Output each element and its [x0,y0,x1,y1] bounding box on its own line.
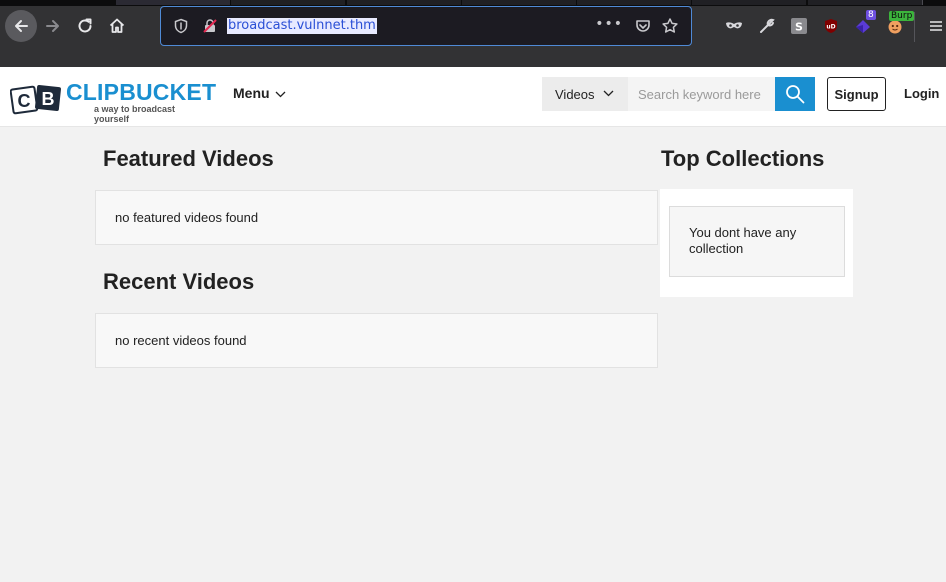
search-type-select[interactable]: Videos [542,77,628,111]
chevron-down-icon [275,91,286,97]
burp-badge: Burp [889,11,915,21]
home-icon [109,18,125,33]
svg-text:S: S [795,21,803,34]
featured-videos-box: no featured videos found [95,190,658,245]
url-text[interactable]: broadcast.vulnnet.thm [227,18,377,34]
menu-dropdown[interactable]: Menu [233,85,286,101]
arrow-left-icon [15,20,28,32]
chevron-down-icon [603,90,614,97]
back-button[interactable] [5,10,37,42]
recent-empty-message: no recent videos found [115,333,247,348]
tab[interactable] [347,0,461,5]
url-bar[interactable]: broadcast.vulnnet.thm ••• [160,6,692,46]
home-button[interactable] [103,12,131,40]
s-extension-icon[interactable]: S [790,17,808,35]
tab[interactable] [231,0,345,5]
featured-empty-message: no featured videos found [115,210,259,225]
brand-tagline: a way to broadcast yourself [94,104,176,124]
extension-badge: 8 [866,10,876,20]
reload-icon [78,18,92,33]
tab[interactable] [462,0,576,5]
insecure-lock-icon[interactable] [202,18,218,34]
svg-text:uD: uD [826,24,835,31]
logo-letter-c: C [18,91,31,111]
collections-card: You dont have any collection [660,189,853,297]
reload-button[interactable] [71,12,99,40]
collections-empty-message: You dont have any collection [689,225,797,256]
tab[interactable] [808,0,922,5]
toolbar-divider [914,12,915,42]
browser-toolbar: broadcast.vulnnet.thm ••• S uD 8 Burp [0,6,946,67]
burp-extension-icon[interactable]: Burp [886,11,915,35]
recent-videos-title: Recent Videos [103,269,255,294]
mask-extension-icon[interactable] [725,17,743,35]
tab-separator [922,0,923,5]
search-input[interactable] [628,77,775,111]
hamburger-menu-icon[interactable] [928,17,944,35]
shield-icon[interactable] [173,18,189,34]
signup-button[interactable]: Signup [827,77,886,111]
search-type-label: Videos [555,86,595,102]
featured-videos-title: Featured Videos [103,146,274,171]
ublock-icon[interactable]: uD [822,17,840,35]
cb-logo-icon: C B [10,85,61,115]
tab-active[interactable] [116,0,230,5]
site-header: C B CLIPBUCKET a way to broadcast yourse… [0,67,946,127]
wrench-extension-icon[interactable] [758,17,776,35]
pocket-icon[interactable] [635,18,651,34]
page-actions-icon[interactable]: ••• [595,16,623,32]
logo-letter-b: B [42,89,55,109]
purple-extension-icon[interactable]: 8 [854,10,876,35]
recent-videos-box: no recent videos found [95,313,658,368]
forward-button[interactable] [39,12,67,40]
tab[interactable] [692,0,806,5]
clipbucket-logo[interactable]: C B CLIPBUCKET a way to broadcast yourse… [10,79,216,124]
search-icon [786,85,805,104]
top-collections-title: Top Collections [661,146,825,171]
collections-empty-box: You dont have any collection [669,206,845,277]
brand-name: CLIPBUCKET [66,79,217,105]
menu-label: Menu [233,85,270,101]
arrow-right-icon [46,20,59,32]
bookmark-star-icon[interactable] [661,17,679,35]
search-button[interactable] [775,77,815,111]
login-link[interactable]: Login [904,86,939,101]
tab[interactable] [577,0,691,5]
